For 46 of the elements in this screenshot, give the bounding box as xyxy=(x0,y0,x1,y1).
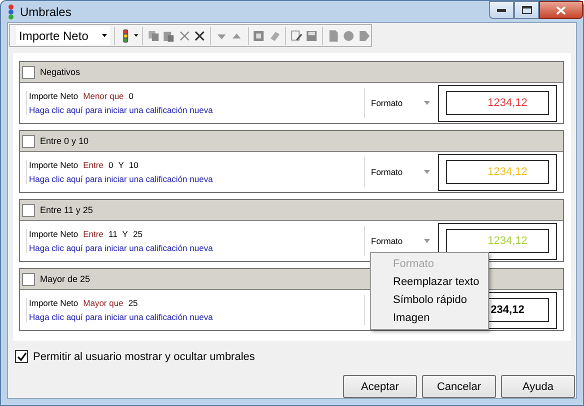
traffic-light-icon xyxy=(7,4,15,20)
new-condition-link[interactable]: Haga clic aquí para iniciar una calificación nueva xyxy=(29,105,364,115)
condition-term: Importe Neto xyxy=(29,160,78,170)
close-icon xyxy=(556,6,566,14)
condition-term: Y xyxy=(118,160,124,170)
maximize-button[interactable] xyxy=(514,1,539,19)
dialog-button[interactable]: Aceptar xyxy=(343,375,417,398)
format-dropdown[interactable]: Formato xyxy=(364,157,438,187)
condition-term: 25 xyxy=(128,298,138,308)
allow-checkbox[interactable] xyxy=(15,350,28,363)
dialog-button[interactable]: Ayuda xyxy=(501,375,575,398)
threshold-checkbox[interactable] xyxy=(22,134,35,148)
condition-term: Mayor que xyxy=(83,298,124,308)
threshold-name: Entre 0 y 10 xyxy=(40,136,89,146)
condition-term: Importe Neto xyxy=(29,229,78,239)
threshold-name: Entre 11 y 25 xyxy=(40,205,93,215)
format-dropdown[interactable]: Formato xyxy=(364,88,438,118)
minimize-button[interactable] xyxy=(489,1,514,19)
threshold-checkbox[interactable] xyxy=(22,272,35,286)
condition-term: Y xyxy=(122,229,128,239)
close-button[interactable] xyxy=(539,1,583,19)
new-condition-link[interactable]: Haga clic aquí para iniciar una calificación nueva xyxy=(29,174,364,184)
condition-term: Entre xyxy=(83,229,104,239)
window-title: Umbrales xyxy=(20,4,72,18)
sample-value: 1234,12 xyxy=(446,160,549,184)
menu-item[interactable]: Reemplazar texto xyxy=(371,273,488,291)
new-condition-link[interactable]: Haga clic aquí para iniciar una calificación nueva xyxy=(29,243,364,253)
condition-term: Importe Neto xyxy=(29,91,78,101)
condition-term: 11 xyxy=(108,229,118,239)
condition-term: 0 xyxy=(108,160,114,170)
threshold-name: Mayor de 25 xyxy=(40,274,90,284)
condition-term: Entre xyxy=(83,160,104,170)
threshold-checkbox[interactable] xyxy=(22,66,35,78)
condition-term: 25 xyxy=(132,229,142,239)
new-condition-link[interactable]: Haga clic aquí para iniciar una calificación nueva xyxy=(29,312,364,322)
threshold-name: Negativos xyxy=(40,67,80,77)
maximize-icon xyxy=(522,6,532,14)
minimize-icon xyxy=(497,8,506,12)
condition-term: 0 xyxy=(128,91,134,101)
dialog-button[interactable]: Cancelar xyxy=(422,375,496,398)
sample-value: 1234,12 xyxy=(446,91,549,115)
condition-term: Importe Neto xyxy=(29,298,78,308)
threshold-checkbox[interactable] xyxy=(22,204,35,216)
condition-term: Menor que xyxy=(83,91,124,101)
allow-label: Permitir al usuario mostrar y ocultar umbrales xyxy=(33,350,255,362)
condition-term: 10 xyxy=(128,160,138,170)
